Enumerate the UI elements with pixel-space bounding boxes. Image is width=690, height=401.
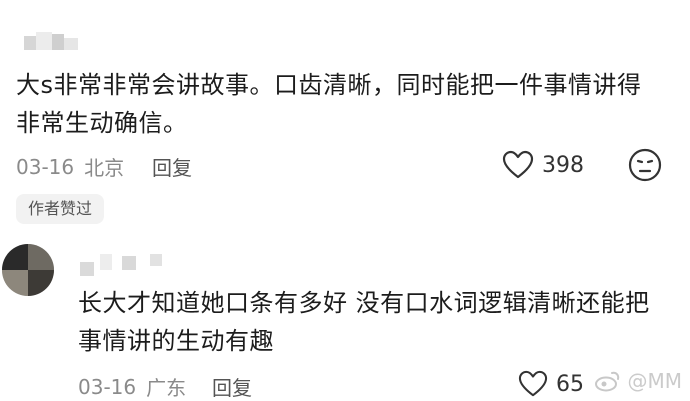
heart-icon: [502, 150, 534, 179]
author-liked-badge: 作者赞过: [16, 194, 105, 224]
dislike-face-icon[interactable]: [628, 148, 662, 182]
comment-location: 北京: [84, 156, 125, 180]
like-button[interactable]: 398: [502, 150, 584, 180]
reply-button[interactable]: 回复: [152, 152, 192, 181]
comment-meta: 03-16 北京: [16, 152, 124, 181]
comment-text: 长大才知道她口条有多好 没有口水词逻辑清晰还能把 事情讲的生动有趣: [78, 284, 650, 360]
comment-date: 03-16: [16, 154, 75, 179]
comment-text: 大s非常非常会讲故事。口齿清晰，同时能把一件事情讲得 非常生动确信。: [16, 66, 642, 142]
like-count: 65: [556, 371, 584, 397]
comment-meta: 03-16 广东: [78, 372, 186, 401]
heart-icon: [518, 370, 548, 397]
like-count: 398: [542, 152, 584, 178]
comment-text-line: 事情讲的生动有趣: [78, 327, 274, 355]
comment-text-line: 长大才知道她口条有多好 没有口水词逻辑清晰还能把: [78, 289, 650, 317]
comment-text-line: 非常生动确信。: [16, 109, 188, 137]
avatar[interactable]: [2, 244, 54, 296]
comment-date: 03-16: [78, 374, 137, 399]
comment-location: 广东: [146, 376, 187, 400]
weibo-watermark: @MM: [595, 369, 682, 393]
comment-text-line: 大s非常非常会讲故事。口齿清晰，同时能把一件事情讲得: [16, 71, 642, 99]
watermark-text: @MM: [627, 369, 682, 393]
like-button[interactable]: 65: [518, 370, 584, 398]
reply-button[interactable]: 回复: [212, 372, 252, 401]
weibo-logo-icon: [595, 371, 620, 392]
